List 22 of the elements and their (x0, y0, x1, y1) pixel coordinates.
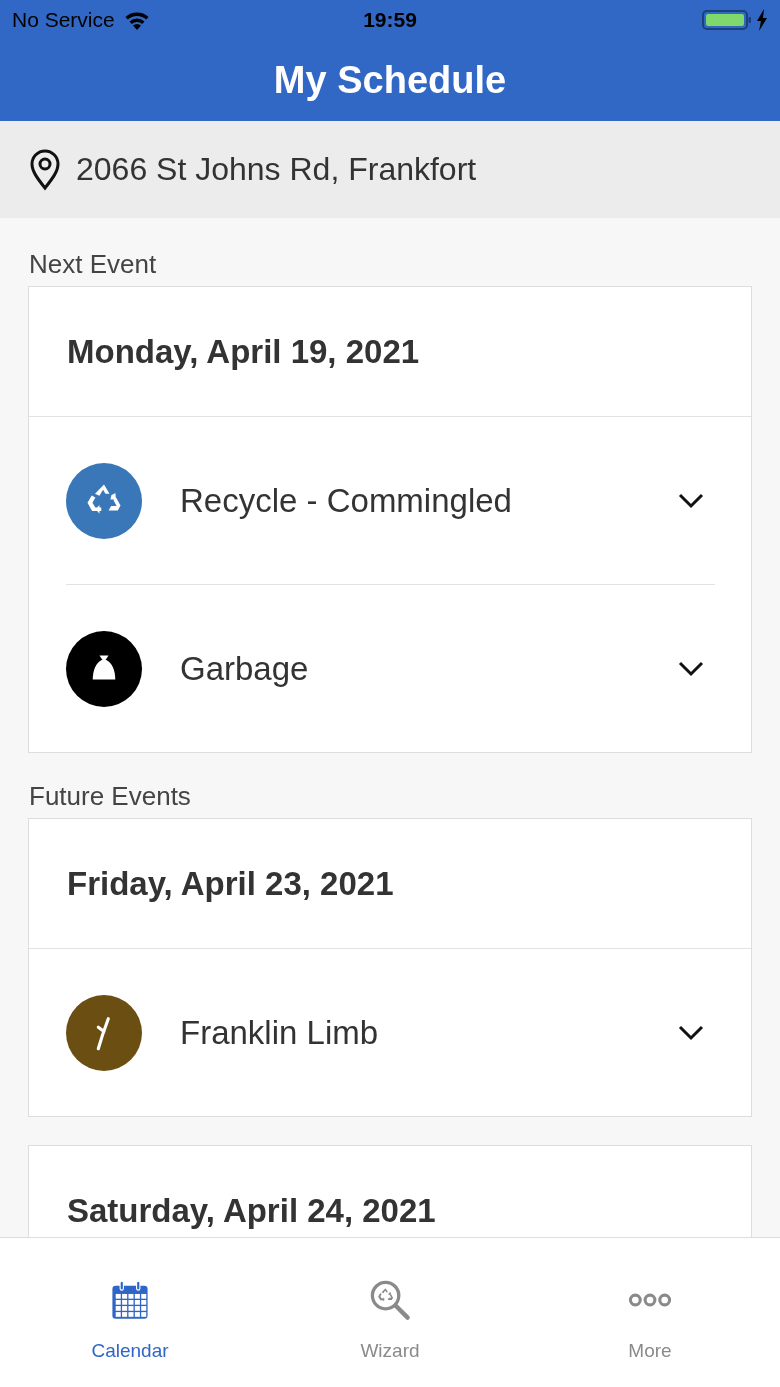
location-pin-icon (28, 148, 62, 191)
event-date: Monday, April 19, 2021 (29, 287, 751, 417)
section-label: Future Events (29, 781, 191, 812)
chevron-down-icon[interactable] (677, 1023, 705, 1042)
tab-bar-item[interactable]: More (520, 1238, 780, 1387)
more-icon (628, 1291, 672, 1309)
battery-icon (702, 9, 752, 31)
section-label: Next Event (29, 249, 157, 280)
address-text: 2066 St Johns Rd, Frankfort (76, 151, 477, 188)
tab-bar-item[interactable]: Wizard (260, 1238, 520, 1387)
event-name: Garbage (180, 649, 310, 688)
clock-time: 19:59 (363, 8, 417, 31)
chevron-down-icon[interactable] (677, 491, 705, 510)
event-name: Franklin Limb (180, 1013, 380, 1052)
event-date: Friday, April 23, 2021 (29, 819, 751, 949)
carrier-label: No Service (12, 8, 115, 32)
screen-title: My Schedule (273, 59, 507, 102)
tab-bar-item[interactable]: Calendar (0, 1238, 260, 1387)
chevron-down-icon[interactable] (677, 659, 705, 678)
search-recycle-icon (368, 1278, 412, 1322)
event-name: Recycle - Commingled (180, 481, 513, 520)
charging-bolt-icon (756, 9, 768, 31)
